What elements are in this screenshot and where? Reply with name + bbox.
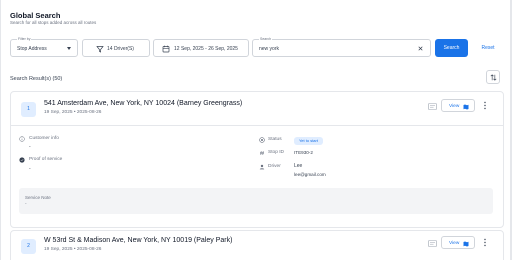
stop-date: 19 Sep, 2025 • 2025-08-26 <box>44 110 102 115</box>
map-icon <box>463 104 469 109</box>
service-note-value: - <box>25 202 27 207</box>
search-input-label: Search <box>259 37 273 41</box>
stop-address: W 53rd St & Madison Ave, New York, NY 10… <box>44 237 233 244</box>
search-results-count: Search Result(s) (50) <box>10 76 63 82</box>
hash-icon <box>260 150 264 156</box>
more-vertical-icon[interactable] <box>483 101 487 110</box>
driver-name: Lee <box>294 163 303 169</box>
date-range-value: 12 Sep, 2025 - 26 Sep, 2025 <box>174 46 238 52</box>
page-title: Global Search <box>10 11 61 20</box>
result-card: 1 541 Amsterdam Ave, New York, NY 10024 … <box>10 91 504 228</box>
close-icon[interactable] <box>416 44 425 53</box>
filter-by-select[interactable]: Filter by Stop Address <box>10 37 78 57</box>
message-icon[interactable] <box>428 240 437 247</box>
stop-id-label: Stop ID <box>268 150 284 155</box>
map-icon <box>463 241 469 246</box>
service-note-box: Service Note - <box>19 188 493 214</box>
filter-icon <box>96 46 104 53</box>
info-icon <box>19 136 25 142</box>
proof-of-service-label: Proof of service <box>29 157 63 162</box>
view-button-label: View <box>449 240 460 246</box>
card-divider <box>11 125 503 126</box>
service-note-label: Service Note <box>25 195 51 200</box>
status-label: Status <box>268 137 282 142</box>
sort-icon <box>490 74 497 81</box>
status-badge: Yet to start <box>294 137 323 145</box>
result-card: 2 W 53rd St & Madison Ave, New York, NY … <box>10 230 504 260</box>
more-vertical-icon[interactable] <box>483 238 487 247</box>
reset-button[interactable]: Reset <box>473 39 503 57</box>
stop-id-value: ITE930-2 <box>294 150 313 155</box>
driver-label: Driver <box>268 164 281 169</box>
view-button-label: View <box>449 103 460 109</box>
search-input[interactable]: Search new york <box>252 37 431 57</box>
customer-info-label: Customer info <box>29 136 59 141</box>
message-icon[interactable] <box>428 103 437 110</box>
filter-by-label: Filter by <box>17 37 32 41</box>
page-subtitle: Search for all stops added across all ro… <box>10 20 97 25</box>
customer-info-value: - <box>29 144 31 150</box>
proof-of-service-value: - <box>29 166 31 172</box>
driver-filter[interactable]: 14 Driver(S) <box>82 39 150 57</box>
date-range-picker[interactable]: 12 Sep, 2025 - 26 Sep, 2025 <box>153 39 249 57</box>
view-button[interactable]: View <box>441 236 475 249</box>
driver-email: lee@gmail.com <box>294 172 326 177</box>
sort-button[interactable] <box>486 70 500 84</box>
check-circle-icon <box>19 157 25 163</box>
status-dot-icon <box>259 137 265 143</box>
view-button[interactable]: View <box>441 99 475 112</box>
global-search-page: Global Search Search for all stops added… <box>0 0 512 260</box>
user-icon <box>259 164 265 170</box>
search-button[interactable]: Search <box>435 39 468 57</box>
filter-by-value: Stop Address <box>17 46 47 52</box>
stop-number-badge: 2 <box>21 239 36 254</box>
stop-address: 541 Amsterdam Ave, New York, NY 10024 (B… <box>44 100 243 107</box>
driver-filter-value: 14 Driver(S) <box>107 46 134 52</box>
stop-date: 19 Sep, 2025 • 2025-08-26 <box>44 247 102 252</box>
search-input-value: new york <box>259 46 280 52</box>
calendar-icon <box>162 45 170 53</box>
chevron-down-icon <box>67 47 71 50</box>
stop-number-badge: 1 <box>21 102 36 117</box>
